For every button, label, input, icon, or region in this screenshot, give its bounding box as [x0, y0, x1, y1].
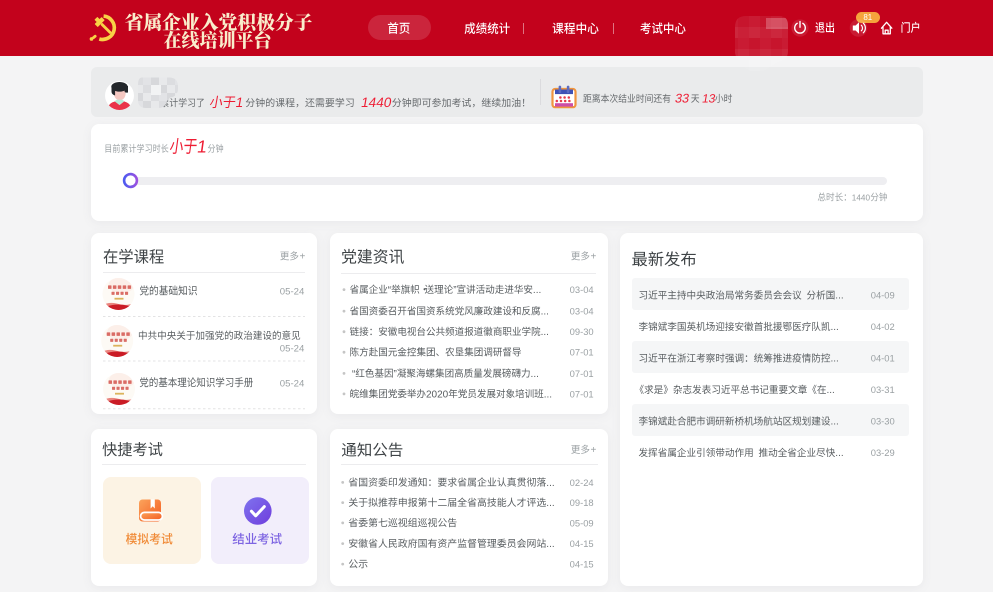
svg-text:...: ...	[546, 498, 554, 509]
svg-text:...: ...	[827, 385, 835, 396]
svg-text:...: ...	[541, 307, 549, 318]
svg-text:...: ...	[541, 327, 549, 338]
svg-text:...: ...	[531, 369, 539, 380]
svg-text:04-15: 04-15	[570, 538, 594, 549]
svg-text:07-01: 07-01	[570, 388, 594, 399]
svg-text:04-15: 04-15	[570, 559, 594, 570]
svg-text:03-04: 03-04	[570, 284, 594, 295]
svg-text:...: ...	[546, 539, 554, 550]
svg-text:“: “	[388, 285, 391, 296]
svg-text:03-04: 03-04	[570, 306, 594, 317]
svg-text:05-24: 05-24	[280, 344, 305, 355]
svg-text:1: 1	[196, 137, 209, 157]
svg-text:...: ...	[546, 478, 554, 489]
svg-text:”: ”	[394, 369, 397, 380]
svg-text:2020: 2020	[426, 389, 449, 400]
svg-text:03-31: 03-31	[871, 384, 895, 395]
svg-text:05-24: 05-24	[280, 287, 305, 298]
svg-text:1: 1	[234, 95, 244, 110]
svg-text:13: 13	[701, 92, 717, 106]
svg-text:...: ...	[835, 448, 843, 459]
svg-text:1440: 1440	[360, 95, 393, 110]
svg-text:33: 33	[674, 92, 690, 106]
svg-text:03-30: 03-30	[871, 416, 895, 427]
svg-text:”: ”	[453, 285, 456, 296]
svg-text:...: ...	[835, 291, 843, 302]
svg-text:“: “	[352, 369, 355, 380]
svg-text:1440: 1440	[852, 194, 871, 203]
svg-text:...: ...	[831, 322, 839, 333]
svg-text:04-01: 04-01	[871, 353, 895, 364]
svg-text:+: +	[591, 445, 597, 456]
svg-text:02-24: 02-24	[570, 477, 594, 488]
svg-text:...: ...	[533, 285, 541, 296]
svg-text:03-29: 03-29	[871, 447, 895, 458]
svg-text:09-18: 09-18	[570, 497, 594, 508]
svg-text:04-02: 04-02	[871, 321, 895, 332]
svg-text:07-01: 07-01	[570, 368, 594, 379]
svg-text:04-09: 04-09	[871, 290, 895, 301]
svg-text:+: +	[300, 252, 306, 263]
svg-text:05-24: 05-24	[280, 378, 305, 389]
svg-text:09-30: 09-30	[570, 326, 594, 337]
svg-text:05-09: 05-09	[570, 517, 594, 528]
svg-text:07-01: 07-01	[570, 347, 594, 358]
svg-text:+: +	[591, 252, 597, 263]
svg-text:...: ...	[831, 417, 839, 428]
svg-text:...: ...	[544, 389, 552, 400]
svg-text:...: ...	[831, 354, 839, 365]
svg-text:81: 81	[863, 13, 872, 22]
